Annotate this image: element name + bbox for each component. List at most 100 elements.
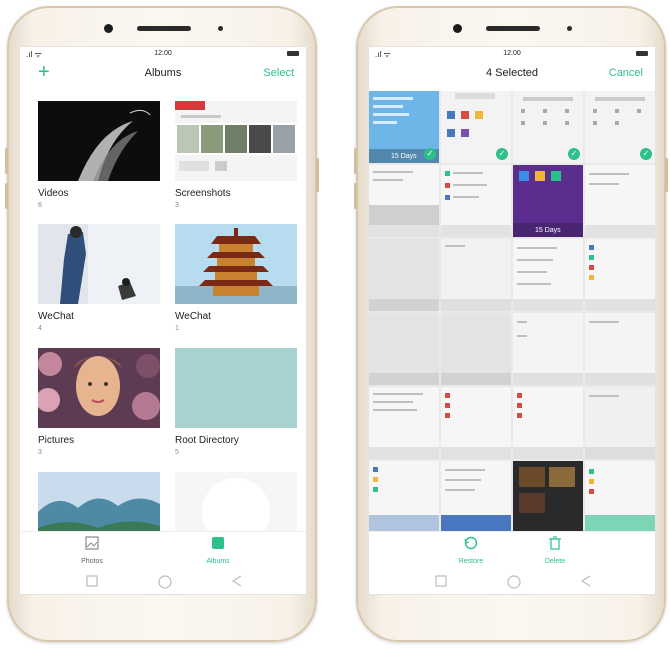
- album-name: WeChat: [175, 311, 211, 322]
- grid-thumbnail-selected[interactable]: ✓: [513, 91, 583, 163]
- grid-thumbnail[interactable]: [441, 387, 511, 459]
- grid-thumbnail[interactable]: [369, 313, 439, 385]
- grid-thumbnail[interactable]: [585, 461, 655, 531]
- status-bar: .ıl ᯤ 12:00: [20, 47, 306, 61]
- album-thumbnail: [38, 348, 160, 428]
- select-button[interactable]: Select: [263, 67, 294, 79]
- phone-right: .ıl ᯤ 12:00 4 Selected Cancel 15 Days ✓: [354, 6, 668, 642]
- albums-screen: .ıl ᯤ 12:00 + Albums Select Videos 6 Scr…: [19, 46, 307, 595]
- grid-thumbnail[interactable]: [513, 313, 583, 385]
- recent-apps-icon[interactable]: [435, 575, 447, 587]
- home-icon[interactable]: [507, 575, 521, 589]
- album-landscape[interactable]: [38, 472, 160, 531]
- grid-thumbnail[interactable]: [585, 387, 655, 459]
- album-thumbnail: [175, 101, 297, 181]
- album-screenshots[interactable]: Screenshots 3: [175, 101, 297, 209]
- home-icon[interactable]: [158, 575, 172, 589]
- cancel-button[interactable]: Cancel: [609, 67, 643, 79]
- photo-icon: [85, 536, 99, 550]
- album-thumbnail: [175, 224, 297, 304]
- front-camera: [453, 24, 462, 33]
- delete-icon: [549, 536, 561, 550]
- grid-thumbnail[interactable]: [513, 387, 583, 459]
- check-icon: ✓: [496, 148, 508, 160]
- proximity-sensor: [218, 26, 223, 31]
- front-camera: [104, 24, 113, 33]
- grid-thumbnail[interactable]: [441, 461, 511, 531]
- album-white[interactable]: [175, 472, 297, 531]
- grid-thumbnail[interactable]: [441, 165, 511, 237]
- action-label: Restore: [458, 558, 484, 565]
- power-button: [665, 158, 668, 192]
- album-count: 3: [175, 202, 179, 209]
- album-name: Videos: [38, 188, 69, 199]
- album-pictures[interactable]: Pictures 3: [38, 348, 160, 456]
- status-bar: .ıl ᯤ 12:00: [369, 47, 655, 61]
- album-thumbnail: [175, 348, 297, 428]
- album-name: Screenshots: [175, 188, 231, 199]
- albums-header: + Albums Select: [20, 61, 306, 87]
- album-count: 6: [38, 202, 42, 209]
- album-wechat[interactable]: WeChat 1: [175, 224, 297, 332]
- status-time: 12:00: [503, 50, 521, 57]
- grid-thumbnail-selected[interactable]: ✓: [585, 91, 655, 163]
- album-count: 3: [38, 449, 42, 456]
- selection-screen: .ıl ᯤ 12:00 4 Selected Cancel 15 Days ✓: [368, 46, 656, 595]
- selection-header: 4 Selected Cancel: [369, 61, 655, 87]
- album-name: WeChat: [38, 311, 74, 322]
- album-icon: [212, 537, 224, 549]
- proximity-sensor: [567, 26, 572, 31]
- album-thumbnail: [175, 472, 297, 531]
- grid-thumbnail[interactable]: [369, 165, 439, 237]
- battery-icon: [636, 51, 648, 56]
- grid-thumbnail[interactable]: [585, 165, 655, 237]
- album-thumbnail: [38, 101, 160, 181]
- check-icon: ✓: [568, 148, 580, 160]
- album-videos[interactable]: Videos 6: [38, 101, 160, 209]
- tab-photos[interactable]: Photos: [52, 536, 132, 565]
- album-count: 4: [38, 325, 42, 332]
- phone-left: .ıl ᯤ 12:00 + Albums Select Videos 6 Scr…: [5, 6, 319, 642]
- back-icon[interactable]: [580, 575, 592, 587]
- album-wechat[interactable]: WeChat 4: [38, 224, 160, 332]
- grid-thumbnail[interactable]: [369, 239, 439, 311]
- battery-icon: [287, 51, 299, 56]
- restore-button[interactable]: Restore: [431, 536, 511, 565]
- earpiece-speaker: [486, 26, 540, 31]
- grid-thumbnail[interactable]: [513, 239, 583, 311]
- restore-icon: [464, 536, 478, 550]
- recent-apps-icon[interactable]: [86, 575, 98, 587]
- grid-thumbnail-selected[interactable]: ✓: [441, 91, 511, 163]
- check-icon: ✓: [424, 148, 436, 160]
- grid-thumbnail[interactable]: [585, 313, 655, 385]
- album-thumbnail: [38, 224, 160, 304]
- grid-thumbnail-selected[interactable]: 15 Days ✓: [369, 91, 439, 163]
- grid-thumbnail[interactable]: [441, 239, 511, 311]
- grid-thumbnail[interactable]: [513, 461, 583, 531]
- volume-button: [5, 183, 8, 209]
- power-button: [316, 158, 319, 192]
- tab-label: Photos: [81, 558, 103, 565]
- album-thumbnail-image: [38, 472, 160, 531]
- bottom-tab-bar: Photos Albums: [20, 531, 306, 570]
- grid-thumbnail[interactable]: [585, 239, 655, 311]
- grid-thumbnail[interactable]: [441, 313, 511, 385]
- volume-button: [5, 148, 8, 174]
- album-root-directory[interactable]: Root Directory 5: [175, 348, 297, 456]
- album-name: Root Directory: [175, 435, 239, 446]
- delete-button[interactable]: Delete: [515, 536, 595, 565]
- tab-label: Albums: [206, 558, 230, 565]
- album-name: Pictures: [38, 435, 75, 446]
- badge-days: 15 Days: [391, 153, 417, 160]
- system-nav-bar: [20, 570, 306, 594]
- grid-thumbnail[interactable]: 15 Days: [513, 165, 583, 237]
- album-thumbnail-image: [202, 478, 270, 531]
- grid-thumbnail[interactable]: [369, 387, 439, 459]
- thumbnail-grid: 15 Days ✓ ✓ ✓ ✓ 15 Days: [369, 91, 655, 531]
- back-icon[interactable]: [231, 575, 243, 587]
- album-thumbnail-image: [38, 348, 160, 428]
- status-time: 12:00: [154, 50, 172, 57]
- tab-albums[interactable]: Albums: [178, 536, 258, 565]
- album-thumbnail: [38, 472, 160, 531]
- grid-thumbnail[interactable]: [369, 461, 439, 531]
